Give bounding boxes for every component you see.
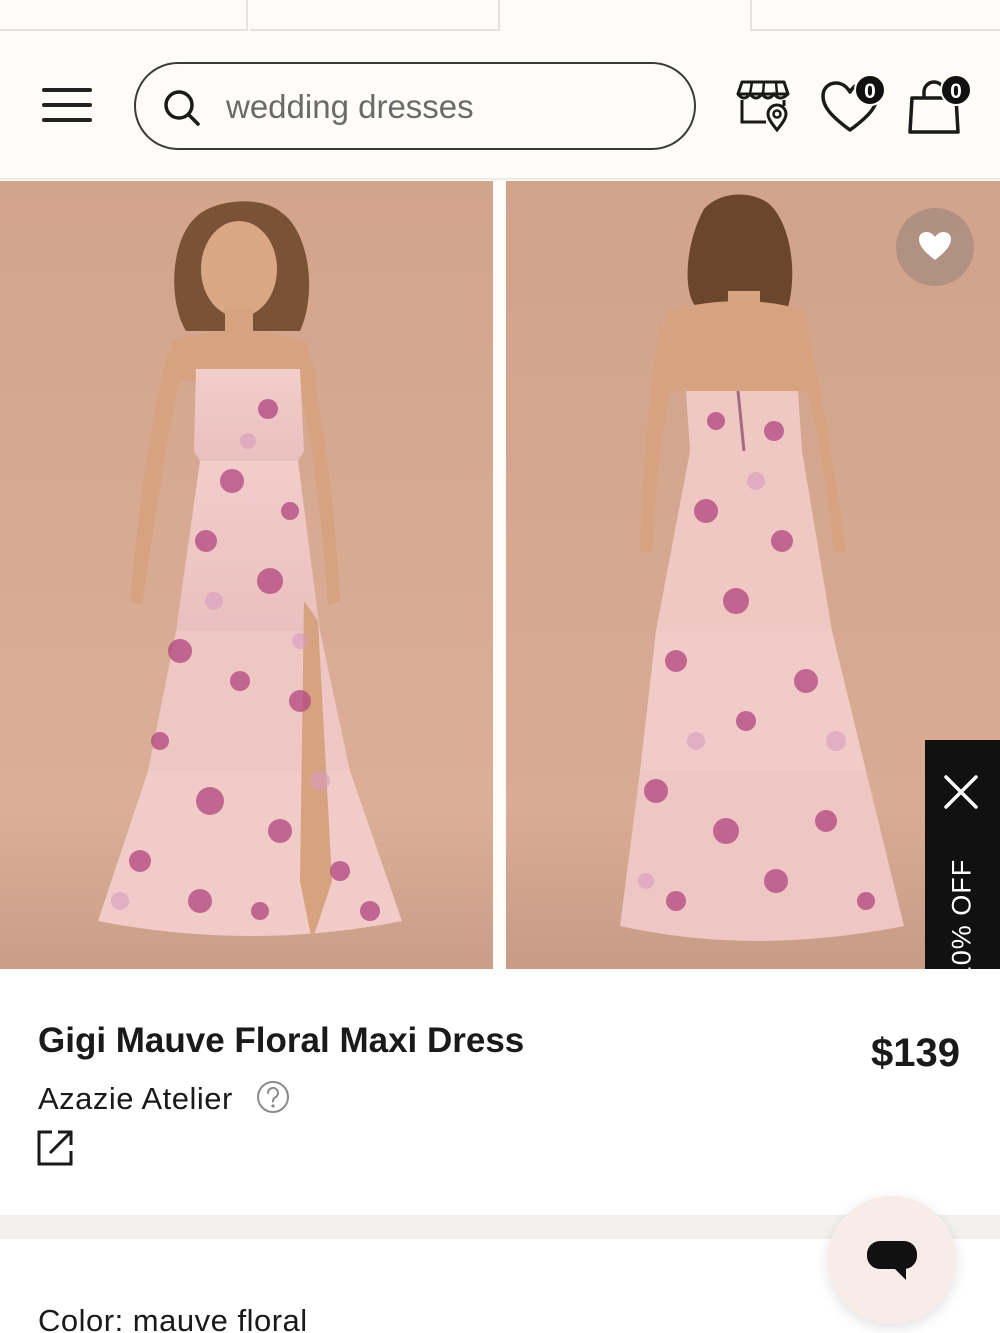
top-tab-1[interactable] — [0, 0, 248, 31]
color-label: Color: mauve floral — [38, 1303, 308, 1333]
product-price: $139 — [871, 1031, 960, 1075]
product-title: Gigi Mauve Floral Maxi Dress — [38, 1021, 525, 1060]
site-header: 0 0 — [0, 32, 1000, 180]
menu-icon[interactable] — [40, 84, 94, 126]
top-tab-3[interactable] — [500, 0, 750, 31]
chat-button[interactable] — [828, 1196, 956, 1324]
search-input[interactable] — [226, 82, 666, 132]
top-tab-4[interactable] — [750, 0, 1000, 31]
heart-filled-icon — [919, 232, 951, 260]
discount-promo-tab[interactable]: 10% OFF — [925, 740, 1000, 985]
wishlist-count-badge: 0 — [854, 74, 886, 106]
search-bar[interactable] — [134, 62, 696, 150]
product-photo-front[interactable] — [0, 181, 493, 969]
chat-icon — [867, 1241, 917, 1280]
product-brand[interactable]: Azazie Atelier — [38, 1081, 233, 1117]
search-icon — [164, 90, 200, 126]
product-page: 0 0 — [0, 0, 1000, 1333]
help-icon[interactable] — [256, 1080, 290, 1114]
product-gallery — [0, 181, 1000, 969]
top-tab-2[interactable] — [250, 0, 500, 31]
favorite-button[interactable] — [896, 208, 974, 286]
share-icon[interactable] — [36, 1129, 74, 1167]
close-icon[interactable] — [943, 774, 979, 810]
product-info: Gigi Mauve Floral Maxi Dress $139 Azazie… — [0, 969, 1000, 1215]
store-locator-icon[interactable] — [736, 76, 792, 132]
top-tab-strip — [0, 0, 1000, 32]
cart-count-badge: 0 — [940, 74, 972, 106]
promo-label: 10% OFF — [946, 858, 977, 982]
